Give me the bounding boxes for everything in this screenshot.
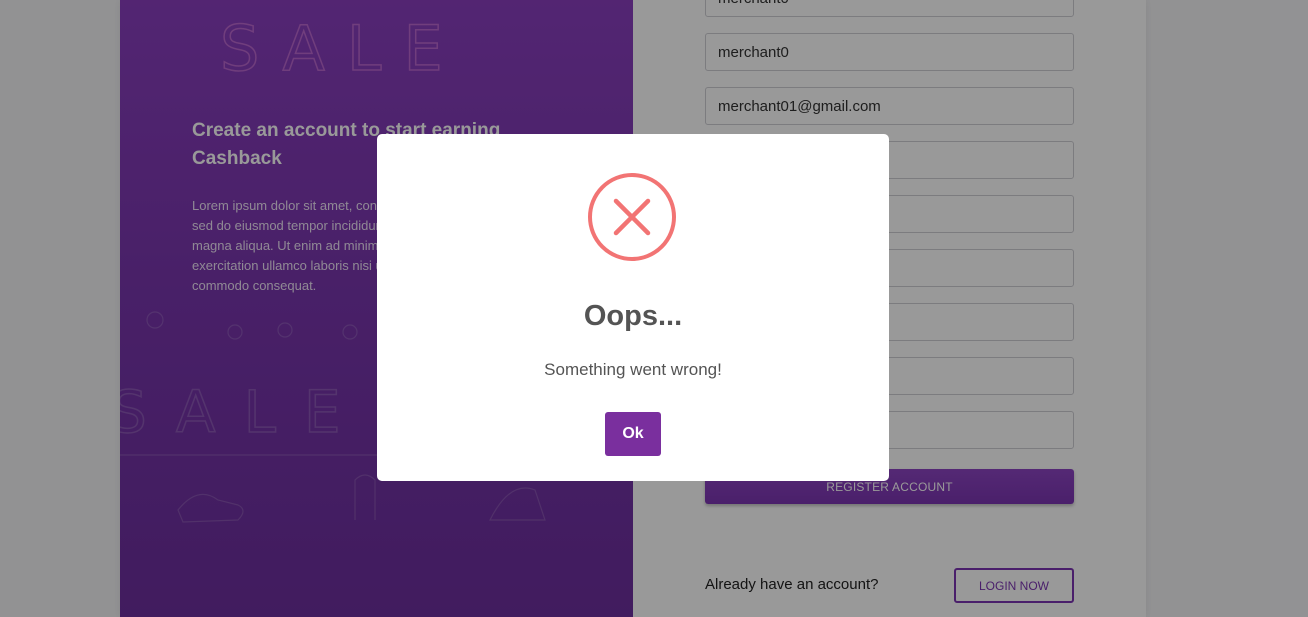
dialog-title: Oops... — [583, 300, 683, 332]
ok-button[interactable]: Ok — [605, 412, 661, 456]
dialog-message: Something went wrong! — [544, 360, 722, 379]
error-x-icon — [588, 173, 676, 261]
error-dialog: Oops... Something went wrong! Ok — [377, 134, 889, 481]
